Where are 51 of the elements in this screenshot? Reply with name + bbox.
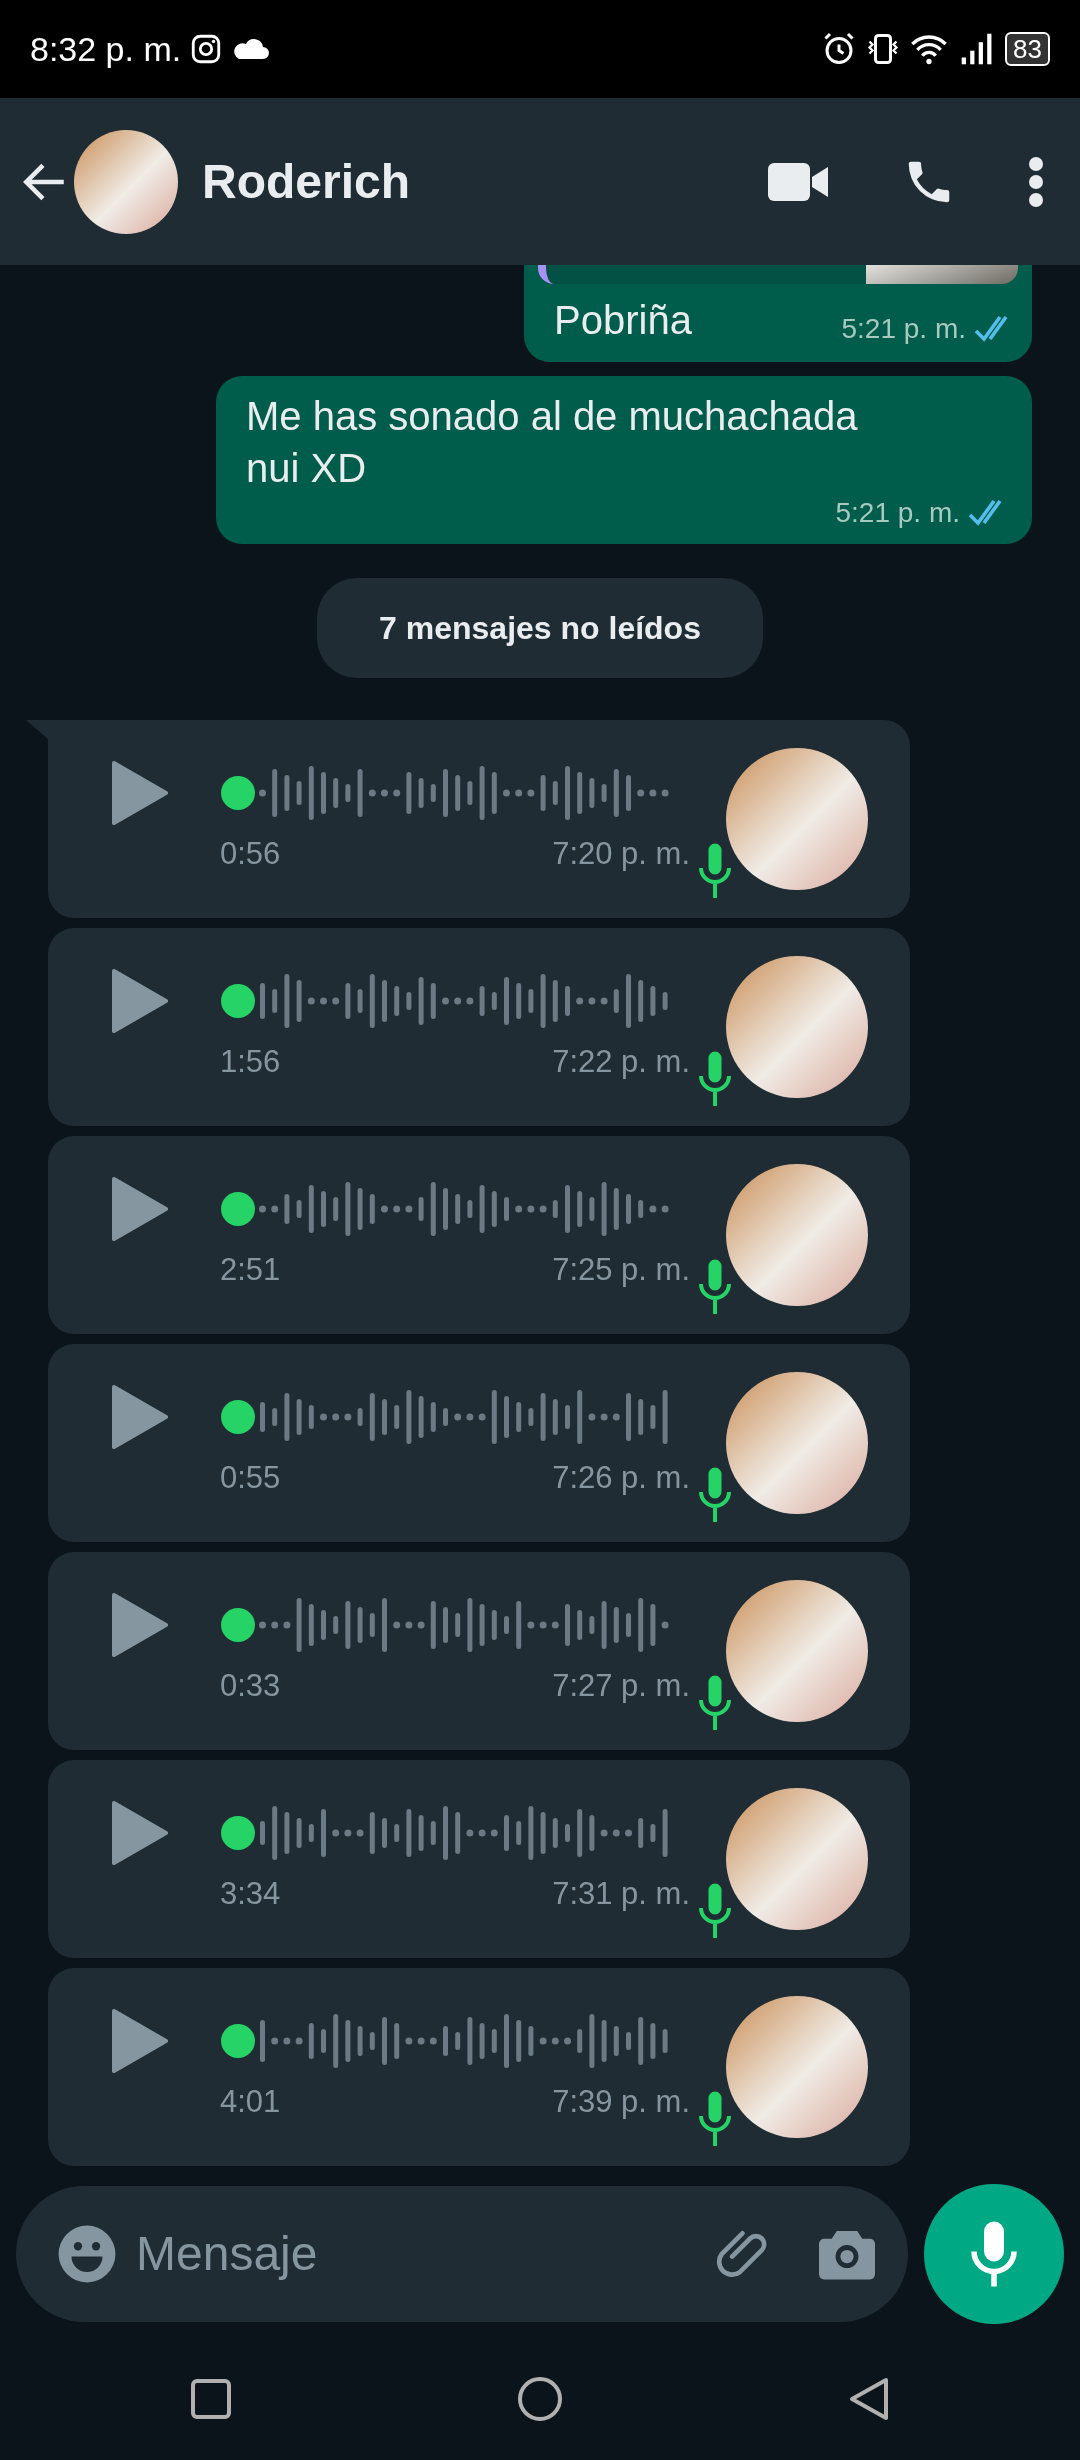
- message-text: Me has sonado al de muchachada nui XD: [246, 393, 859, 492]
- message-time: 7:31 p. m.: [552, 1874, 690, 1913]
- message-time: 7:27 p. m.: [552, 1666, 690, 1705]
- play-icon[interactable]: [110, 968, 168, 1033]
- play-icon[interactable]: [110, 1592, 168, 1657]
- message-time: 7:26 p. m.: [552, 1458, 690, 1497]
- status-time: 8:32 p. m.: [30, 28, 182, 70]
- message-time: 7:39 p. m.: [552, 2082, 690, 2121]
- playback-dot[interactable]: [220, 774, 256, 811]
- playback-dot[interactable]: [220, 1190, 256, 1227]
- message-time: 5:21 p. m.: [835, 496, 960, 530]
- message-input[interactable]: Mensaje: [134, 2217, 698, 2291]
- recents-icon[interactable]: [190, 2378, 233, 2420]
- play-icon[interactable]: [110, 2008, 168, 2073]
- microphone-icon: [698, 1464, 732, 1524]
- microphone-icon: [698, 1672, 732, 1732]
- back-icon[interactable]: [847, 2376, 890, 2422]
- voice-duration: 0:55: [220, 1458, 281, 1497]
- message-time: 7:20 p. m.: [552, 834, 690, 873]
- emoji-icon[interactable]: [56, 2223, 118, 2285]
- playback-dot[interactable]: [220, 1398, 256, 1435]
- cloud-icon: [231, 37, 270, 61]
- playback-dot[interactable]: [220, 982, 256, 1019]
- play-icon[interactable]: [110, 1384, 168, 1449]
- video-call-icon[interactable]: [768, 160, 830, 203]
- voice-duration: 2:51: [220, 1250, 281, 1289]
- message-time: 7:22 p. m.: [552, 1042, 690, 1081]
- microphone-icon: [698, 840, 732, 900]
- message-field[interactable]: Mensaje: [16, 2186, 908, 2322]
- message-time: 7:25 p. m.: [552, 1250, 690, 1289]
- voice-duration: 0:33: [220, 1666, 281, 1705]
- unread-messages-divider: 7 mensajes no leídos: [317, 578, 763, 678]
- voice-duration: 1:56: [220, 1042, 281, 1081]
- message-time: 5:21 p. m.: [841, 312, 966, 346]
- microphone-icon: [698, 1048, 732, 1108]
- more-options-icon[interactable]: [1028, 155, 1044, 208]
- playback-dot[interactable]: [220, 1814, 256, 1851]
- message-text: Pobriña: [554, 297, 692, 344]
- voice-duration: 4:01: [220, 2082, 281, 2121]
- play-icon[interactable]: [110, 760, 168, 825]
- home-icon[interactable]: [517, 2376, 563, 2422]
- playback-dot[interactable]: [220, 1606, 256, 1643]
- play-icon[interactable]: [110, 1800, 168, 1865]
- microphone-icon: [698, 1880, 732, 1940]
- voice-duration: 3:34: [220, 1874, 281, 1913]
- play-icon[interactable]: [110, 1176, 168, 1241]
- voice-duration: 0:56: [220, 834, 281, 873]
- playback-dot[interactable]: [220, 2022, 256, 2059]
- battery-level: 83: [1005, 32, 1050, 66]
- microphone-icon: [698, 1256, 732, 1316]
- microphone-icon: [698, 2088, 732, 2148]
